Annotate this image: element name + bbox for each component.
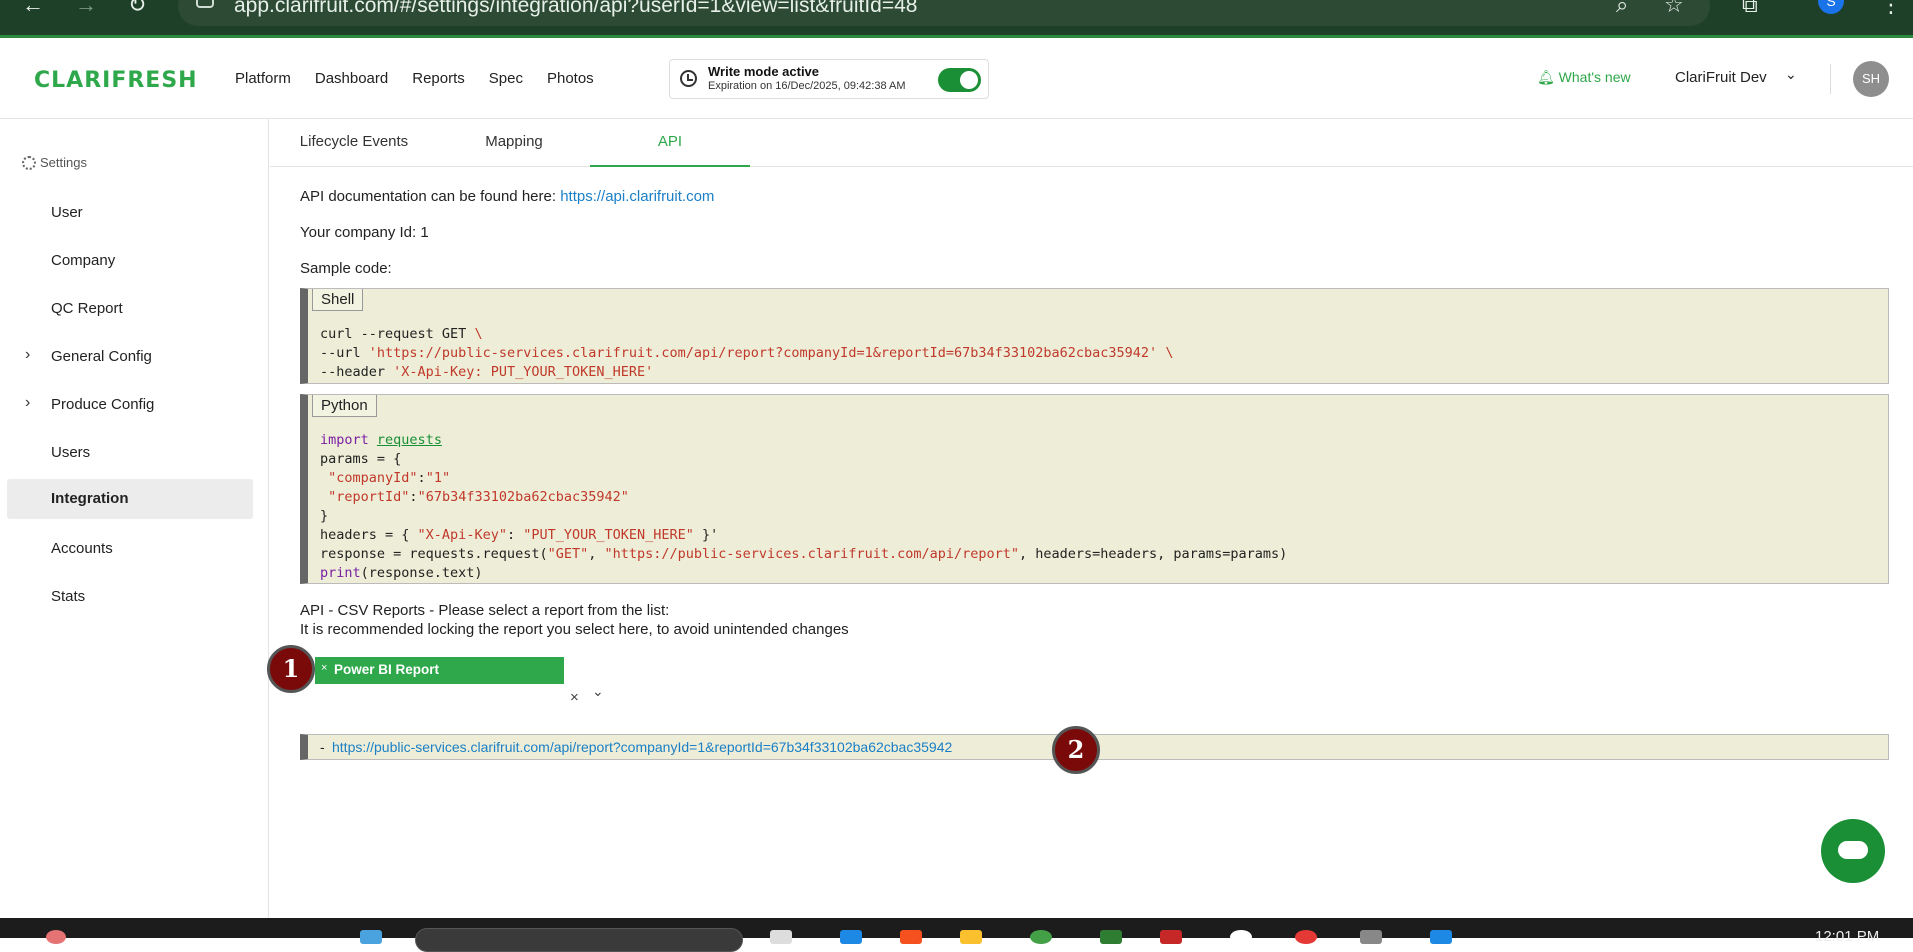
shell-code: curl --request GET \ --url 'https://publ… [320, 326, 1174, 380]
chevron-down-icon[interactable]: ⌄ [1785, 66, 1797, 83]
whats-new-label: What's new [1558, 69, 1631, 85]
shell-code-block: Shell curl --request GET \ --url 'https:… [300, 288, 1889, 384]
back-arrow-icon[interactable]: ← [22, 0, 44, 16]
report-selector-chip[interactable]: × Power BI Report [315, 657, 564, 684]
clock-icon [680, 70, 697, 87]
sidebar-item-users[interactable]: Users [7, 433, 253, 473]
app-icon[interactable] [1100, 930, 1122, 944]
sidebar-item-user[interactable]: User [7, 193, 253, 233]
bell-icon: 🔔︎ [1537, 69, 1559, 85]
gear-icon [22, 155, 36, 170]
org-selector[interactable]: ClariFruit Dev [1675, 69, 1767, 86]
csv-reports-line: API - CSV Reports - Please select a repo… [300, 602, 670, 619]
sidebar-item-label: General Config [51, 348, 152, 365]
tab-lifecycle-events[interactable]: Lifecycle Events [274, 119, 434, 167]
nav-photos[interactable]: Photos [547, 70, 594, 87]
taskbar-clock: 12:01 PM [1815, 928, 1880, 945]
chrome-icon[interactable] [1230, 930, 1252, 944]
app-header: CLARIFRESH Platform Dashboard Reports Sp… [0, 38, 1913, 119]
write-mode-toggle[interactable] [938, 68, 981, 92]
url-prefix: - [320, 739, 325, 755]
sidebar-item-accounts[interactable]: Accounts [7, 529, 253, 569]
sidebar-item-label: Integration [51, 490, 129, 507]
top-nav: Platform Dashboard Reports Spec Photos [235, 70, 618, 87]
write-mode-expiration: Expiration on 16/Dec/2025, 09:42:38 AM [708, 80, 906, 92]
sidebar-item-company[interactable]: Company [7, 241, 253, 281]
sidebar-item-label: Accounts [51, 540, 113, 557]
settings-title: Settings [22, 155, 87, 170]
sidebar-item-label: QC Report [51, 300, 123, 317]
sidebar-item-qc-report[interactable]: QC Report [7, 289, 253, 329]
site-info-icon[interactable] [196, 0, 214, 8]
chevron-right-icon: › [25, 346, 31, 363]
settings-title-label: Settings [40, 155, 87, 170]
app-icon[interactable] [1030, 930, 1052, 944]
chevron-right-icon: › [25, 394, 31, 411]
app-icon[interactable] [770, 930, 792, 944]
api-doc-link[interactable]: https://api.clarifruit.com [560, 188, 714, 205]
nav-spec[interactable]: Spec [489, 70, 523, 87]
browser-menu-icon[interactable]: ⋮ [1880, 0, 1902, 16]
sidebar-item-stats[interactable]: Stats [7, 577, 253, 617]
app-icon[interactable] [1160, 930, 1182, 944]
sample-code-label: Sample code: [300, 260, 392, 277]
settings-sidebar: Settings User Company QC Report › General… [0, 119, 269, 919]
api-doc-line: API documentation can be found here: htt… [300, 188, 714, 205]
app-icon[interactable] [1430, 930, 1452, 944]
lock-recommendation-line: It is recommended locking the report you… [300, 621, 849, 638]
integration-tabs: Lifecycle Events Mapping API [270, 119, 1913, 167]
start-icon[interactable] [360, 930, 382, 944]
user-avatar[interactable]: SH [1853, 61, 1889, 97]
app-icon[interactable] [1295, 930, 1317, 944]
shell-label: Shell [312, 289, 364, 311]
sidebar-item-produce-config[interactable]: › Produce Config [7, 385, 253, 425]
annotation-badge-1: 1 [267, 645, 315, 693]
app-icon[interactable] [1360, 930, 1382, 944]
annotation-badge-2: 2 [1052, 726, 1100, 774]
forward-arrow-icon[interactable]: → [75, 0, 97, 16]
python-label: Python [312, 395, 377, 417]
write-mode-title: Write mode active [708, 64, 820, 79]
sidebar-item-general-config[interactable]: › General Config [7, 337, 253, 377]
selected-report-label: Power BI Report [334, 662, 440, 677]
taskbar-search[interactable] [415, 928, 743, 952]
api-doc-prefix: API documentation can be found here: [300, 188, 561, 205]
sidebar-item-integration[interactable]: Integration [7, 479, 253, 519]
chevron-down-icon[interactable]: ⌄ [592, 683, 604, 700]
clarifresh-logo[interactable]: CLARIFRESH [34, 68, 198, 93]
notification-icon[interactable] [46, 930, 66, 944]
tab-api[interactable]: API [590, 119, 750, 167]
address-bar-url[interactable]: app.clarifruit.com/#/settings/integratio… [234, 0, 917, 18]
write-mode-panel: Write mode active Expiration on 16/Dec/2… [669, 59, 989, 99]
sidebar-item-label: Produce Config [51, 396, 155, 413]
python-code-block: Python import requests params = { "compa… [300, 394, 1889, 584]
reload-icon[interactable]: ↻ [128, 0, 146, 16]
browser-profile-avatar[interactable]: S [1818, 0, 1844, 14]
whats-new-link[interactable]: 🔔︎ What's new [1537, 69, 1631, 86]
app-icon[interactable] [900, 930, 922, 944]
clear-selection-icon[interactable]: × [570, 689, 579, 706]
app-icon[interactable] [840, 930, 862, 944]
report-url-link[interactable]: https://public-services.clarifruit.com/a… [332, 739, 952, 755]
sidebar-item-label: Stats [51, 588, 86, 605]
app-icon[interactable] [960, 930, 982, 944]
nav-dashboard[interactable]: Dashboard [315, 70, 388, 87]
bookmark-star-icon[interactable]: ☆ [1664, 0, 1684, 16]
tab-mapping[interactable]: Mapping [434, 119, 594, 167]
header-divider [1830, 64, 1831, 94]
company-id-line: Your company Id: 1 [300, 224, 429, 241]
nav-reports[interactable]: Reports [412, 70, 465, 87]
browser-toolbar: ← → ↻ app.clarifruit.com/#/settings/inte… [0, 0, 1913, 38]
remove-chip-icon[interactable]: × [321, 662, 327, 674]
sidebar-item-label: Company [51, 252, 116, 269]
nav-platform[interactable]: Platform [235, 70, 291, 87]
chat-support-button[interactable] [1821, 819, 1885, 883]
search-icon[interactable]: ⌕ [1616, 0, 1628, 16]
sidebar-item-label: Users [51, 444, 91, 461]
extensions-icon[interactable]: ⧉ [1742, 0, 1758, 16]
os-taskbar: 12:01 PM [0, 918, 1913, 952]
python-code: import requests params = { "companyId":"… [320, 432, 1288, 581]
sidebar-item-label: User [51, 204, 83, 221]
